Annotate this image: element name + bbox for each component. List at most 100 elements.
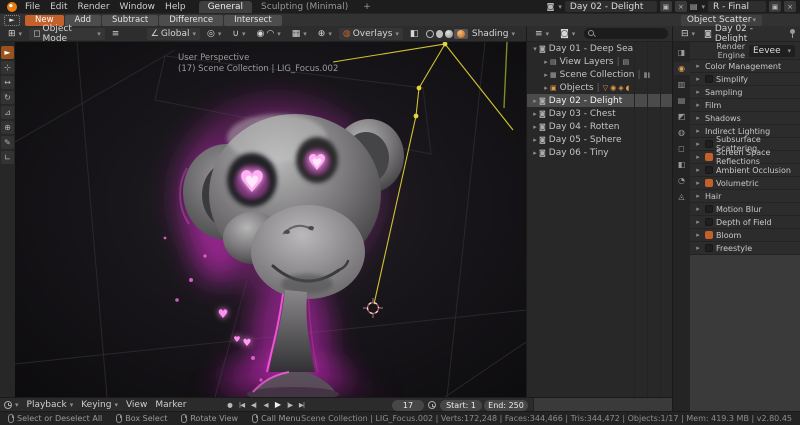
scale-tool[interactable]: ⊿ (1, 106, 14, 119)
cursor-tool[interactable]: ⊹ (1, 61, 14, 74)
view-layer-name-field[interactable]: R - Final (708, 1, 766, 12)
jump-end-button[interactable]: ▶| (296, 399, 307, 410)
outliner-search-input[interactable] (584, 28, 668, 39)
section-ambient-occlusion[interactable]: ▸Ambient Occlusion (690, 164, 800, 177)
section-color-management[interactable]: ▸Color Management (690, 60, 800, 73)
disclosure-icon[interactable]: ▸ (694, 231, 702, 239)
disclosure-icon[interactable]: ▾ (531, 45, 539, 53)
delete-scene-button[interactable]: × (675, 1, 687, 12)
section-freestyle[interactable]: ▸Freestyle (690, 242, 800, 255)
disclosure-icon[interactable]: ▸ (531, 123, 539, 131)
section-bloom[interactable]: ▸Bloom (690, 229, 800, 242)
outliner-row-day-03-chest[interactable]: ▸◙Day 03 - Chest (527, 107, 672, 120)
measure-tool[interactable]: ∟ (1, 151, 14, 164)
timeline-menu-marker[interactable]: Marker (155, 400, 186, 410)
overlays-toggle[interactable]: ◍ Overlays ▾ (339, 28, 403, 40)
disclosure-icon[interactable]: ▸ (542, 71, 550, 79)
checkbox-freestyle[interactable] (705, 244, 713, 252)
new-view-layer-button[interactable]: ▣ (769, 1, 781, 12)
shading-material-button[interactable] (445, 30, 452, 38)
transform-tool[interactable]: ⊕ (1, 121, 14, 134)
play-button[interactable]: ▶ (272, 399, 283, 410)
use-preview-range-toggle[interactable] (428, 401, 436, 409)
checkbox-ambient-occlusion[interactable] (705, 166, 713, 174)
segment-subtract[interactable]: Subtract (102, 15, 158, 26)
physics-tab[interactable]: ◔ (674, 174, 690, 187)
tool-tab[interactable]: ◨ (674, 46, 690, 59)
properties-editor-type-button[interactable]: ⊟ ▾ (677, 28, 699, 40)
section-sampling[interactable]: ▸Sampling (690, 86, 800, 99)
workspace-tab-general[interactable]: General (199, 1, 252, 13)
outliner-row-day-05-sphere[interactable]: ▸◙Day 05 - Sphere (527, 133, 672, 146)
current-frame-field[interactable]: 17 (392, 400, 424, 411)
shading-solid-button[interactable] (436, 30, 443, 38)
disclosure-icon[interactable]: ▸ (694, 166, 702, 174)
rotate-tool[interactable]: ↻ (1, 91, 14, 104)
timeline-menu-view[interactable]: View (126, 400, 147, 410)
section-screen-space-reflections[interactable]: ▸Screen Space Reflections (690, 151, 800, 164)
play-reverse-button[interactable]: ◀ (260, 399, 271, 410)
checkbox-screen-space-reflections[interactable] (705, 153, 713, 161)
disclosure-icon[interactable]: ▸ (531, 97, 539, 105)
frame-start-field[interactable]: Start: 1 (440, 400, 482, 411)
render-tab[interactable]: ◉ (674, 62, 690, 75)
pin-icon[interactable] (788, 29, 796, 39)
disclosure-icon[interactable]: ▸ (694, 179, 702, 187)
editor-type-button[interactable]: ⊞ ▾ (4, 28, 26, 40)
annotate-tool[interactable]: ✎ (1, 136, 14, 149)
frame-end-field[interactable]: End: 250 (484, 400, 528, 411)
outliner-row-view-layers[interactable]: ▸▤View Layers|▤ (527, 55, 672, 68)
checkbox-motion-blur[interactable] (705, 205, 713, 213)
section-volumetric[interactable]: ▸Volumetric (690, 177, 800, 190)
new-scene-button[interactable]: ▣ (660, 1, 672, 12)
prev-keyframe-button[interactable]: ◀| (248, 399, 259, 410)
view-layer-icon[interactable]: ▤ (690, 2, 698, 11)
disclosure-icon[interactable]: ▸ (694, 101, 702, 109)
disclosure-icon[interactable]: ▸ (694, 244, 702, 252)
workspace-tab-sculpting-minimal[interactable]: Sculpting (Minimal) (252, 1, 357, 13)
shading-dropdown[interactable]: Shading ▾ (468, 28, 519, 40)
record-button[interactable]: ● (224, 399, 235, 410)
collapsed-menus-button[interactable]: ≡ (108, 28, 124, 40)
disclosure-icon[interactable]: ▸ (694, 218, 702, 226)
render-engine-dropdown[interactable]: Eevee ▾ (749, 45, 795, 57)
outliner-row-scene-collection[interactable]: ▸▦Scene Collection|▦ (527, 68, 672, 81)
outliner-row-day-06-tiny[interactable]: ▸◙Day 06 - Tiny (527, 146, 672, 159)
disclosure-icon[interactable]: ▸ (694, 62, 702, 70)
checkbox-bloom[interactable] (705, 231, 713, 239)
menu-window[interactable]: Window (115, 2, 161, 12)
outliner-filter-button[interactable]: ≡ ▾ (531, 28, 553, 40)
disclosure-icon[interactable]: ▸ (542, 84, 550, 92)
move-tool[interactable]: ↔ (1, 76, 14, 89)
jump-start-button[interactable]: |◀ (236, 399, 247, 410)
select-box-tool[interactable]: ► (1, 46, 14, 59)
mode-dropdown[interactable]: ◻ Object Mode ▾ (29, 28, 105, 40)
timeline-editor-type-button[interactable]: ▾ (4, 401, 19, 409)
blender-logo-icon[interactable] (7, 2, 17, 12)
outliner-row-day-04-rotten[interactable]: ▸◙Day 04 - Rotten (527, 120, 672, 133)
view-layer-tab[interactable]: ▤ (674, 94, 690, 107)
disclosure-icon[interactable]: ▸ (694, 153, 702, 161)
scene-icon[interactable]: ◙ (547, 2, 555, 11)
gizmos-dropdown[interactable]: ⊕ ▾ (314, 28, 336, 40)
xray-toggle[interactable]: ◧ (406, 28, 423, 40)
disclosure-icon[interactable]: ▸ (694, 88, 702, 96)
menu-edit[interactable]: Edit (45, 2, 72, 12)
disclosure-icon[interactable]: ▸ (531, 110, 539, 118)
object-data-tab[interactable]: ◬ (674, 190, 690, 203)
segment-intersect[interactable]: Intersect (224, 15, 282, 26)
section-simplify[interactable]: ▸Simplify (690, 73, 800, 86)
timeline-menu-keying[interactable]: Keying▾ (81, 400, 118, 410)
shading-rendered-button[interactable] (454, 29, 468, 39)
active-tool-icon[interactable]: ► (4, 15, 20, 26)
scene-tab[interactable]: ◩ (674, 110, 690, 123)
object-tab[interactable]: ◻ (674, 142, 690, 155)
visibility-dropdown[interactable]: ▦ ▾ (288, 28, 311, 40)
timeline-menu-playback[interactable]: Playback▾ (27, 400, 74, 410)
world-tab[interactable]: ◍ (674, 126, 690, 139)
section-motion-blur[interactable]: ▸Motion Blur (690, 203, 800, 216)
segment-difference[interactable]: Difference (159, 15, 223, 26)
disclosure-icon[interactable]: ▸ (531, 136, 539, 144)
orientation-dropdown[interactable]: ∠ Global ▾ (147, 28, 200, 40)
pivot-dropdown[interactable]: ◎ ▾ (203, 28, 225, 40)
